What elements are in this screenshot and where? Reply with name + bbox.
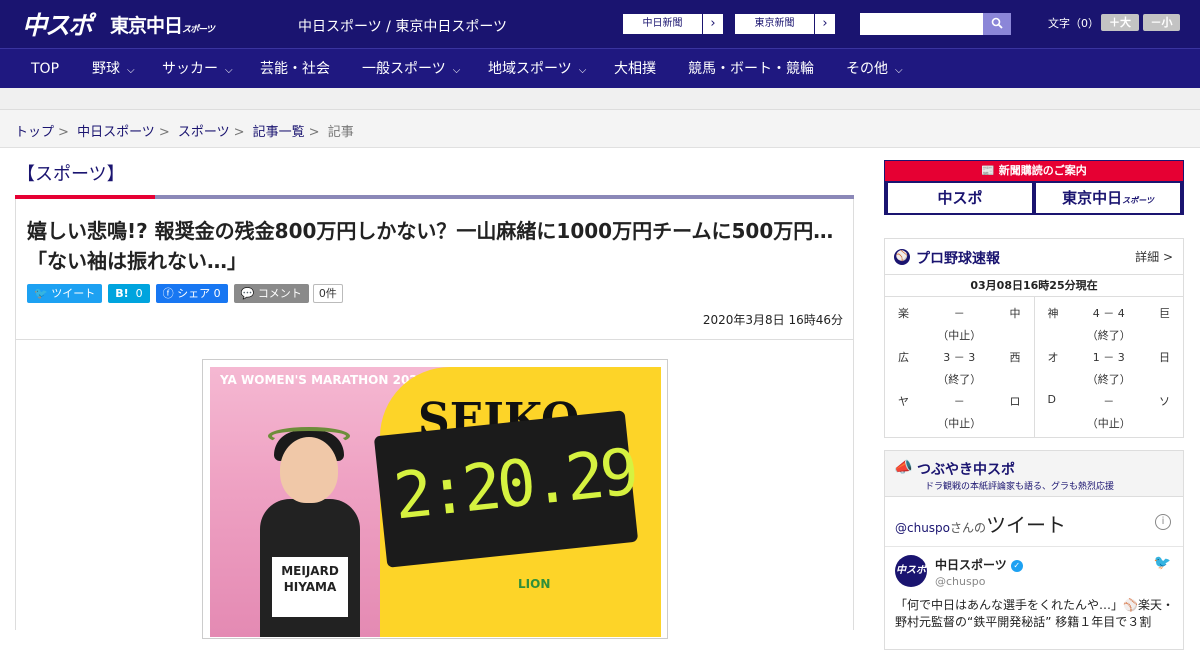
font-smaller-button[interactable]: －小 (1143, 14, 1180, 31)
game-row[interactable]: ヤ－ロ（中止） (891, 389, 1028, 433)
comment-count: 0件 (312, 284, 343, 303)
subscription-box: 📰 新聞購読のご案内 中スポ 東京中日スポーツ (884, 160, 1184, 215)
font-size-label: 文字（0） (1048, 17, 1099, 30)
article-photo-frame: YA WOMEN'S MARATHON 2020 SEIKO 2:20.29 L… (202, 359, 668, 639)
breadcrumb: トップ > 中日スポーツ > スポーツ > 記事一覧 > 記事 (0, 110, 1200, 148)
font-bigger-button[interactable]: ＋大 (1101, 14, 1139, 31)
baseball-scores-widget: ⚾ プロ野球速報 詳細 > 03月08日16時25分現在 楽－中（中止） 広3 … (884, 238, 1184, 438)
subscribe-tokyo-chunichi-button[interactable]: 東京中日スポーツ (1036, 183, 1180, 213)
article-date: 2020年3月8日 16時46分 (702, 313, 843, 327)
nav-item-general-sports[interactable]: 一般スポーツ ⌵ (362, 49, 460, 89)
article-photo[interactable]: YA WOMEN'S MARATHON 2020 SEIKO 2:20.29 L… (210, 367, 661, 637)
tweet-text[interactable]: 「何で中日はあんな選手をくれたんや…」⚾楽天・野村元監督の“鉄平開発秘話” 移籍… (895, 597, 1177, 631)
game-row[interactable]: オ1 － 3 日（終了） (1041, 345, 1178, 389)
site-header: 中スポ 東京中日スポーツ 中日スポーツ / 東京中日スポーツ 中日新聞 › 東京新… (0, 0, 1200, 48)
timeline-handle-link[interactable]: @chuspo (895, 521, 950, 535)
comment-button[interactable]: 💬 コメント (233, 284, 309, 303)
photo-sponsor-text: LION (518, 577, 551, 591)
article-photo-area: YA WOMEN'S MARATHON 2020 SEIKO 2:20.29 L… (15, 340, 854, 639)
photo-banner-text: YA WOMEN'S MARATHON 2020 (220, 373, 426, 387)
chevron-down-icon: ⌵ (578, 65, 587, 76)
nav-item-top[interactable]: TOP (31, 49, 59, 89)
breadcrumb-separator: > (58, 125, 69, 140)
chevron-right-icon: › (710, 16, 716, 31)
chevron-down-icon: ⌵ (127, 65, 135, 76)
twitter-widget-subtitle: ドラ観戦の本紙評論家も語る、グラも熱烈応援 (925, 482, 1115, 492)
tokyo-shimbun-link[interactable]: 東京新聞 › (734, 13, 836, 35)
photo-bib: MEIJARD HIYAMA (272, 557, 348, 617)
timeline-title: @chuspoさんのツイート (895, 513, 1067, 537)
article-header: 嬉しい悲鳴!? 報奨金の残金800万円しかない？一山麻緒に1000万円チームに5… (15, 199, 854, 340)
site-search (860, 13, 1011, 35)
baseball-detail-link[interactable]: 詳細 > (1135, 248, 1173, 265)
ad-band (0, 88, 1200, 110)
photo-clock-display: 2:20.29 (373, 410, 639, 568)
search-button[interactable] (983, 13, 1011, 35)
breadcrumb-separator: > (308, 125, 320, 140)
breadcrumb-article-list[interactable]: 記事一覧 (253, 125, 305, 140)
game-row[interactable]: 神4 － 4 巨（終了） (1041, 301, 1178, 345)
nav-item-sumo[interactable]: 大相撲 (614, 49, 656, 89)
twitter-widget: 📣 つぶやき中スポ ドラ観戦の本紙評論家も語る、グラも熱烈応援 @chuspoさ… (884, 450, 1184, 650)
twitter-bird-icon[interactable]: 🐦 (1154, 555, 1171, 571)
site-name: 中日スポーツ / 東京中日スポーツ (298, 19, 508, 35)
nav-item-entertainment[interactable]: 芸能・社会 (260, 49, 330, 89)
nav-item-soccer[interactable]: サッカー ⌵ (162, 49, 233, 89)
breadcrumb-sports[interactable]: スポーツ (178, 125, 230, 140)
hatena-bookmark-button[interactable]: B! 0 (108, 284, 150, 303)
comment-bubble-icon: 💬 (240, 287, 255, 300)
megaphone-icon: 📣 (894, 458, 913, 476)
nav-item-other[interactable]: その他 ⌵ (846, 49, 903, 89)
tweet-author-handle[interactable]: @chuspo (935, 575, 985, 588)
photo-runner: MEIJARD HIYAMA (250, 427, 370, 637)
nav-item-local-sports[interactable]: 地域スポーツ ⌵ (488, 49, 586, 89)
twitter-widget-title: つぶやき中スポ (917, 462, 1015, 478)
tweet-button[interactable]: 🐦 ツイート (27, 284, 103, 303)
newspaper-icon: 📰 (981, 164, 995, 177)
article-headline: 嬉しい悲鳴!? 報奨金の残金800万円しかない？一山麻緒に1000万円チームに5… (27, 219, 834, 273)
baseball-widget-title: プロ野球速報 (916, 251, 1000, 267)
article-category: 【スポーツ】 (17, 164, 125, 185)
subscribe-chuspo-button[interactable]: 中スポ (888, 183, 1032, 213)
search-input[interactable] (860, 13, 983, 35)
breadcrumb-current: 記事 (327, 125, 354, 140)
tokyo-chunichi-logo[interactable]: 東京中日スポーツ (110, 11, 215, 38)
facebook-icon: ⓕ (162, 287, 174, 300)
breadcrumb-top[interactable]: トップ (15, 125, 54, 140)
subscription-heading: 📰 新聞購読のご案内 (885, 161, 1183, 181)
baseball-as-of: 03月08日16時25分現在 (885, 275, 1183, 297)
breadcrumb-chunichi-sports[interactable]: 中日スポーツ (77, 125, 155, 140)
game-row[interactable]: 広3 － 3 西（終了） (891, 345, 1028, 389)
baseball-icon: ⚾ (894, 249, 910, 265)
info-icon[interactable]: i (1155, 514, 1171, 530)
chevron-down-icon: ⌵ (225, 65, 233, 76)
nav-item-baseball[interactable]: 野球 ⌵ (92, 49, 135, 89)
tweet-author[interactable]: 中日スポーツ ✓ (935, 556, 1023, 573)
twitter-icon: 🐦 (34, 287, 48, 300)
nav-item-racing[interactable]: 競馬・ボート・競輪 (688, 49, 814, 89)
avatar[interactable]: 中スポ (895, 555, 927, 587)
chevron-down-icon: ⌵ (452, 65, 461, 76)
search-icon (991, 17, 1003, 29)
chunichi-shimbun-link[interactable]: 中日新聞 › (622, 13, 724, 35)
breadcrumb-separator: > (233, 125, 245, 140)
facebook-share-button[interactable]: ⓕ シェア 0 (155, 284, 228, 303)
global-nav: TOP 野球 ⌵ サッカー ⌵ 芸能・社会 一般スポーツ ⌵ 地域スポーツ ⌵ 大相撲 … (0, 48, 1200, 88)
share-buttons: 🐦 ツイート B! 0 ⓕ シェア 0 💬 コメント 0件 (27, 284, 343, 303)
game-row[interactable]: 楽－中（中止） (891, 301, 1028, 345)
chevron-down-icon: ⌵ (895, 65, 903, 76)
chevron-right-icon: › (822, 16, 828, 31)
verified-badge-icon: ✓ (1010, 559, 1023, 572)
chuspo-logo[interactable]: 中スポ (22, 6, 93, 42)
breadcrumb-separator: > (158, 125, 170, 140)
game-row[interactable]: D －ソ（中止） (1041, 389, 1178, 433)
